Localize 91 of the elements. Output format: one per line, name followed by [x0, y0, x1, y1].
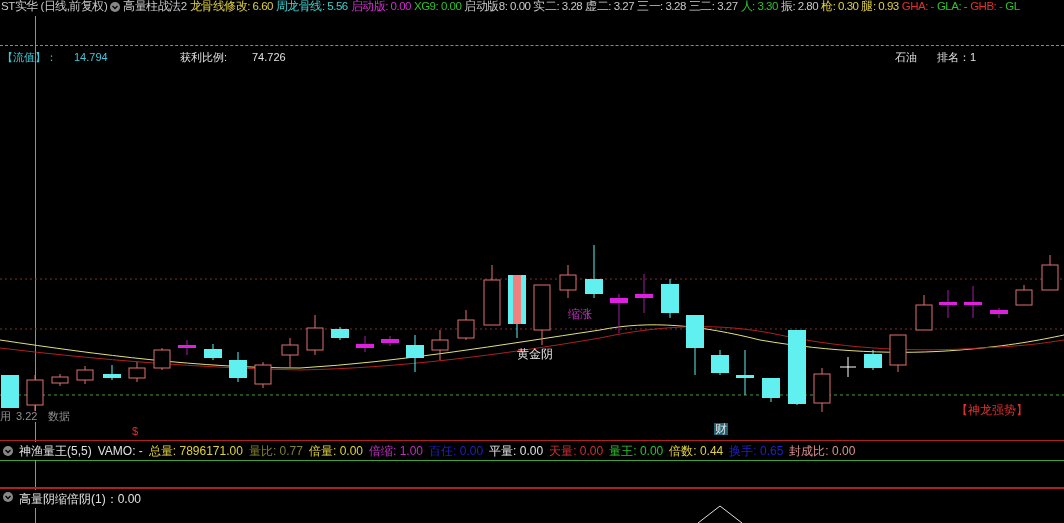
candlestick — [813, 367, 831, 413]
panel-title: 高量阴缩倍阴(1)：0.00 — [19, 490, 142, 508]
indicator-reading: 天量: 0.00 — [549, 443, 604, 460]
chart-label: 用 — [0, 411, 11, 422]
candlestick — [204, 343, 222, 361]
indicator-reading: 倍缩: 1.00 — [369, 443, 424, 460]
candlestick — [128, 361, 146, 383]
chevron-icon[interactable] — [3, 492, 13, 502]
candlestick — [939, 289, 957, 319]
candlestick — [508, 274, 526, 339]
indicator-reading: 龙骨线修改: 6.60 — [189, 0, 273, 15]
candlestick — [51, 373, 69, 387]
chart-label: 黄金阴 — [517, 348, 553, 360]
indicator-reading: 量比: 0.77 — [248, 443, 303, 460]
indicator-reading: 平量: 0.00 — [489, 443, 544, 460]
candlestick — [686, 314, 704, 376]
candlestick — [103, 364, 121, 381]
indicator-reading: GHB: - — [970, 0, 1003, 15]
indicator-reading: 实二: 3.28 — [533, 0, 583, 15]
chart-label: 财 — [714, 423, 728, 435]
candlestick — [585, 244, 603, 299]
candlestick — [1015, 284, 1033, 306]
candlestick — [915, 294, 933, 331]
profit-ratio-value: 74.726 — [252, 49, 286, 65]
candlestick — [864, 349, 882, 371]
indicator-reading: VAMO: - — [97, 443, 143, 460]
chevron-icon[interactable] — [3, 446, 13, 456]
triangle-marker-icon — [697, 505, 743, 523]
indicator-reading: 人: 3.30 — [740, 0, 778, 15]
sector-name: 石油 — [894, 49, 917, 65]
candlestick — [559, 264, 577, 299]
indicator-reading: 启动版: 0.00 — [350, 0, 411, 15]
candlestick — [431, 329, 449, 361]
candlestick — [229, 351, 247, 383]
indicator-reading: 百任: 0.00 — [429, 443, 484, 460]
candlestick — [762, 377, 780, 403]
candlestick — [1, 374, 19, 409]
candlestick — [533, 284, 551, 346]
profit-ratio-label: 获利比例: — [180, 49, 229, 65]
indicator-reading: 总量: 7896171.00 — [148, 443, 243, 460]
candlestick — [306, 314, 324, 356]
candlestick — [964, 285, 982, 319]
candlestick — [839, 356, 857, 378]
candlestick — [711, 349, 729, 376]
indicator-reading: 封成比: 0.00 — [789, 443, 856, 460]
chart-label: $ — [132, 426, 139, 437]
stock-title: ST实华 (日线,前复权) — [1, 0, 108, 16]
chevron-icon[interactable] — [110, 2, 121, 12]
formula-name: 高量柱战法2 — [123, 0, 187, 15]
indicator-reading: 腿: 0.93 — [861, 0, 899, 15]
candlestick — [153, 347, 171, 371]
panel-title: 神渔量王(5,5) — [19, 442, 92, 460]
candlestick — [736, 349, 754, 396]
indicator-reading: 振: 2.80 — [780, 0, 819, 15]
indicator-reading: 换手: 0.65 — [729, 443, 784, 460]
indicator-reading: GHA: - — [901, 0, 934, 15]
candlestick — [610, 293, 628, 334]
indicator-reading: XG9: 0.00 — [414, 0, 462, 15]
indicator-reading: 倍数: 0.44 — [669, 443, 724, 460]
indicator-reading: 三二: 3.27 — [688, 0, 738, 15]
candlestick — [457, 309, 475, 341]
candlestick — [254, 361, 272, 389]
candlestick — [1041, 254, 1059, 291]
chart-label: 3.22 — [16, 411, 38, 422]
candlestick — [635, 273, 653, 314]
float-value: 14.794 — [74, 49, 109, 65]
chart-label: 缩涨 — [568, 308, 592, 320]
candlestick — [889, 334, 907, 373]
candlestick — [76, 365, 94, 385]
candlestick — [331, 326, 349, 341]
indicator-reading: 启动版8: 0.00 — [464, 0, 531, 15]
candlestick — [483, 264, 501, 326]
indicator-reading: 倍量: 0.00 — [308, 443, 363, 460]
chart-label: 数据 — [48, 411, 70, 422]
rank-text: 排名：1 — [936, 49, 976, 65]
candlestick — [406, 334, 424, 373]
indicator-reading: GLA: - — [936, 0, 968, 15]
candlestick — [990, 307, 1008, 319]
candlestick — [661, 278, 679, 319]
candlestick — [356, 335, 374, 353]
indicator-reading: 虚二: 3.27 — [585, 0, 635, 15]
indicator-reading: GL — [1005, 0, 1020, 15]
chart-label: 【神龙强势】 — [956, 404, 1028, 416]
candlestick — [178, 339, 196, 356]
candlestick — [281, 337, 299, 369]
float-value-label: 【流值】： — [2, 49, 58, 65]
indicator-reading: 三一: 3.28 — [637, 0, 686, 15]
indicator-reading: 枪: 0.30 — [821, 0, 859, 15]
indicator-reading: 周龙骨线: 5.56 — [275, 0, 348, 15]
indicator-reading: 量王: 0.00 — [609, 443, 664, 460]
candlestick — [381, 335, 399, 347]
